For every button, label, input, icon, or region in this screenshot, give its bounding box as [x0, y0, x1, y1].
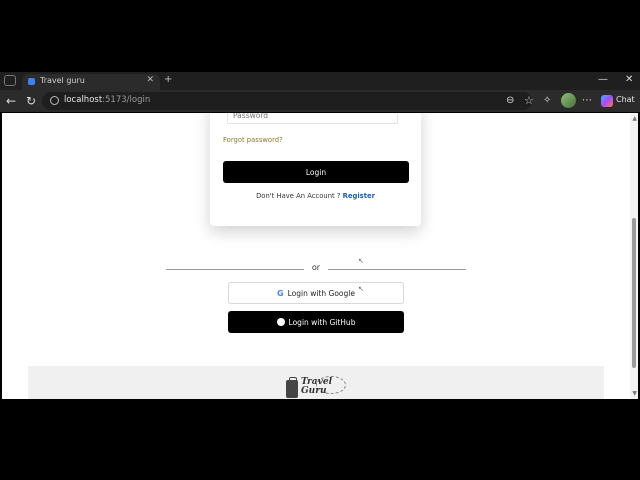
- google-button-label: Login with Google: [287, 288, 355, 298]
- scroll-thumb[interactable]: [632, 218, 636, 368]
- tab-close-icon[interactable]: ✕: [146, 75, 154, 85]
- copilot-icon: [601, 95, 613, 107]
- or-separator: or: [311, 263, 321, 272]
- minimize-icon[interactable]: —: [598, 74, 608, 85]
- travel-guru-logo[interactable]: Travel Guru: [286, 376, 352, 399]
- copilot-label: Chat: [616, 95, 635, 104]
- luggage-icon: [286, 377, 298, 398]
- password-input[interactable]: [227, 113, 398, 124]
- back-arrow-icon[interactable]: ←: [6, 93, 16, 109]
- favorite-star-icon[interactable]: ☆: [524, 93, 534, 109]
- window-close-icon[interactable]: ✕: [625, 74, 633, 85]
- divider-right: [328, 269, 466, 270]
- github-icon: [276, 318, 285, 326]
- scroll-up-icon[interactable]: ▲: [632, 115, 637, 122]
- google-icon: G: [277, 288, 284, 298]
- site-info-icon[interactable]: [50, 96, 59, 105]
- refresh-icon[interactable]: ↻: [26, 93, 36, 109]
- register-prompt: Don't Have An Account ? Register: [210, 192, 421, 200]
- more-options-icon[interactable]: ⋯: [582, 93, 592, 109]
- browser-toolbar: ← ↻ localhost:5173/login ⊖ ☆ ✧ ⋯ Chat: [0, 90, 640, 112]
- logo-text: Travel Guru: [301, 377, 332, 396]
- browser-tab-active[interactable]: Travel guru ✕: [22, 74, 160, 90]
- mouse-cursor-icon: ↖: [358, 257, 364, 265]
- address-url: localhost:5173/login: [64, 95, 151, 105]
- tab-title: Travel guru: [40, 76, 85, 85]
- no-account-text: Don't Have An Account ?: [256, 192, 341, 200]
- tab-actions-icon[interactable]: [4, 75, 16, 86]
- profile-avatar[interactable]: [561, 93, 576, 108]
- login-with-github-button[interactable]: Login with GitHub: [228, 311, 404, 333]
- divider-left: [166, 269, 304, 270]
- favorites-icon[interactable]: ✧: [543, 93, 551, 109]
- scroll-down-icon[interactable]: ▼: [632, 390, 637, 397]
- login-button[interactable]: Login: [223, 161, 409, 183]
- page-menu-icon[interactable]: ⊖: [506, 93, 514, 109]
- login-with-google-button[interactable]: G Login with Google: [228, 282, 404, 304]
- browser-tabstrip: Travel guru ✕ + — ✕: [0, 72, 640, 90]
- mouse-cursor-icon: ↖: [358, 285, 364, 293]
- page-scrollbar[interactable]: ▲ ▼: [630, 113, 638, 399]
- forgot-password-link[interactable]: Forgot password?: [223, 136, 283, 144]
- copilot-chat-button[interactable]: Chat: [601, 93, 637, 109]
- screen: Travel guru ✕ + — ✕ ← ↻ localhost:5173/l…: [0, 0, 640, 480]
- page-viewport: Forgot password? Login Don't Have An Acc…: [2, 113, 638, 399]
- login-card: Forgot password? Login Don't Have An Acc…: [210, 113, 421, 226]
- favicon-icon: [28, 78, 35, 85]
- register-link[interactable]: Register: [343, 192, 375, 200]
- new-tab-button[interactable]: +: [164, 74, 172, 85]
- github-button-label: Login with GitHub: [288, 317, 356, 327]
- footer: Travel Guru: [28, 366, 604, 399]
- address-bar[interactable]: localhost:5173/login: [42, 92, 532, 110]
